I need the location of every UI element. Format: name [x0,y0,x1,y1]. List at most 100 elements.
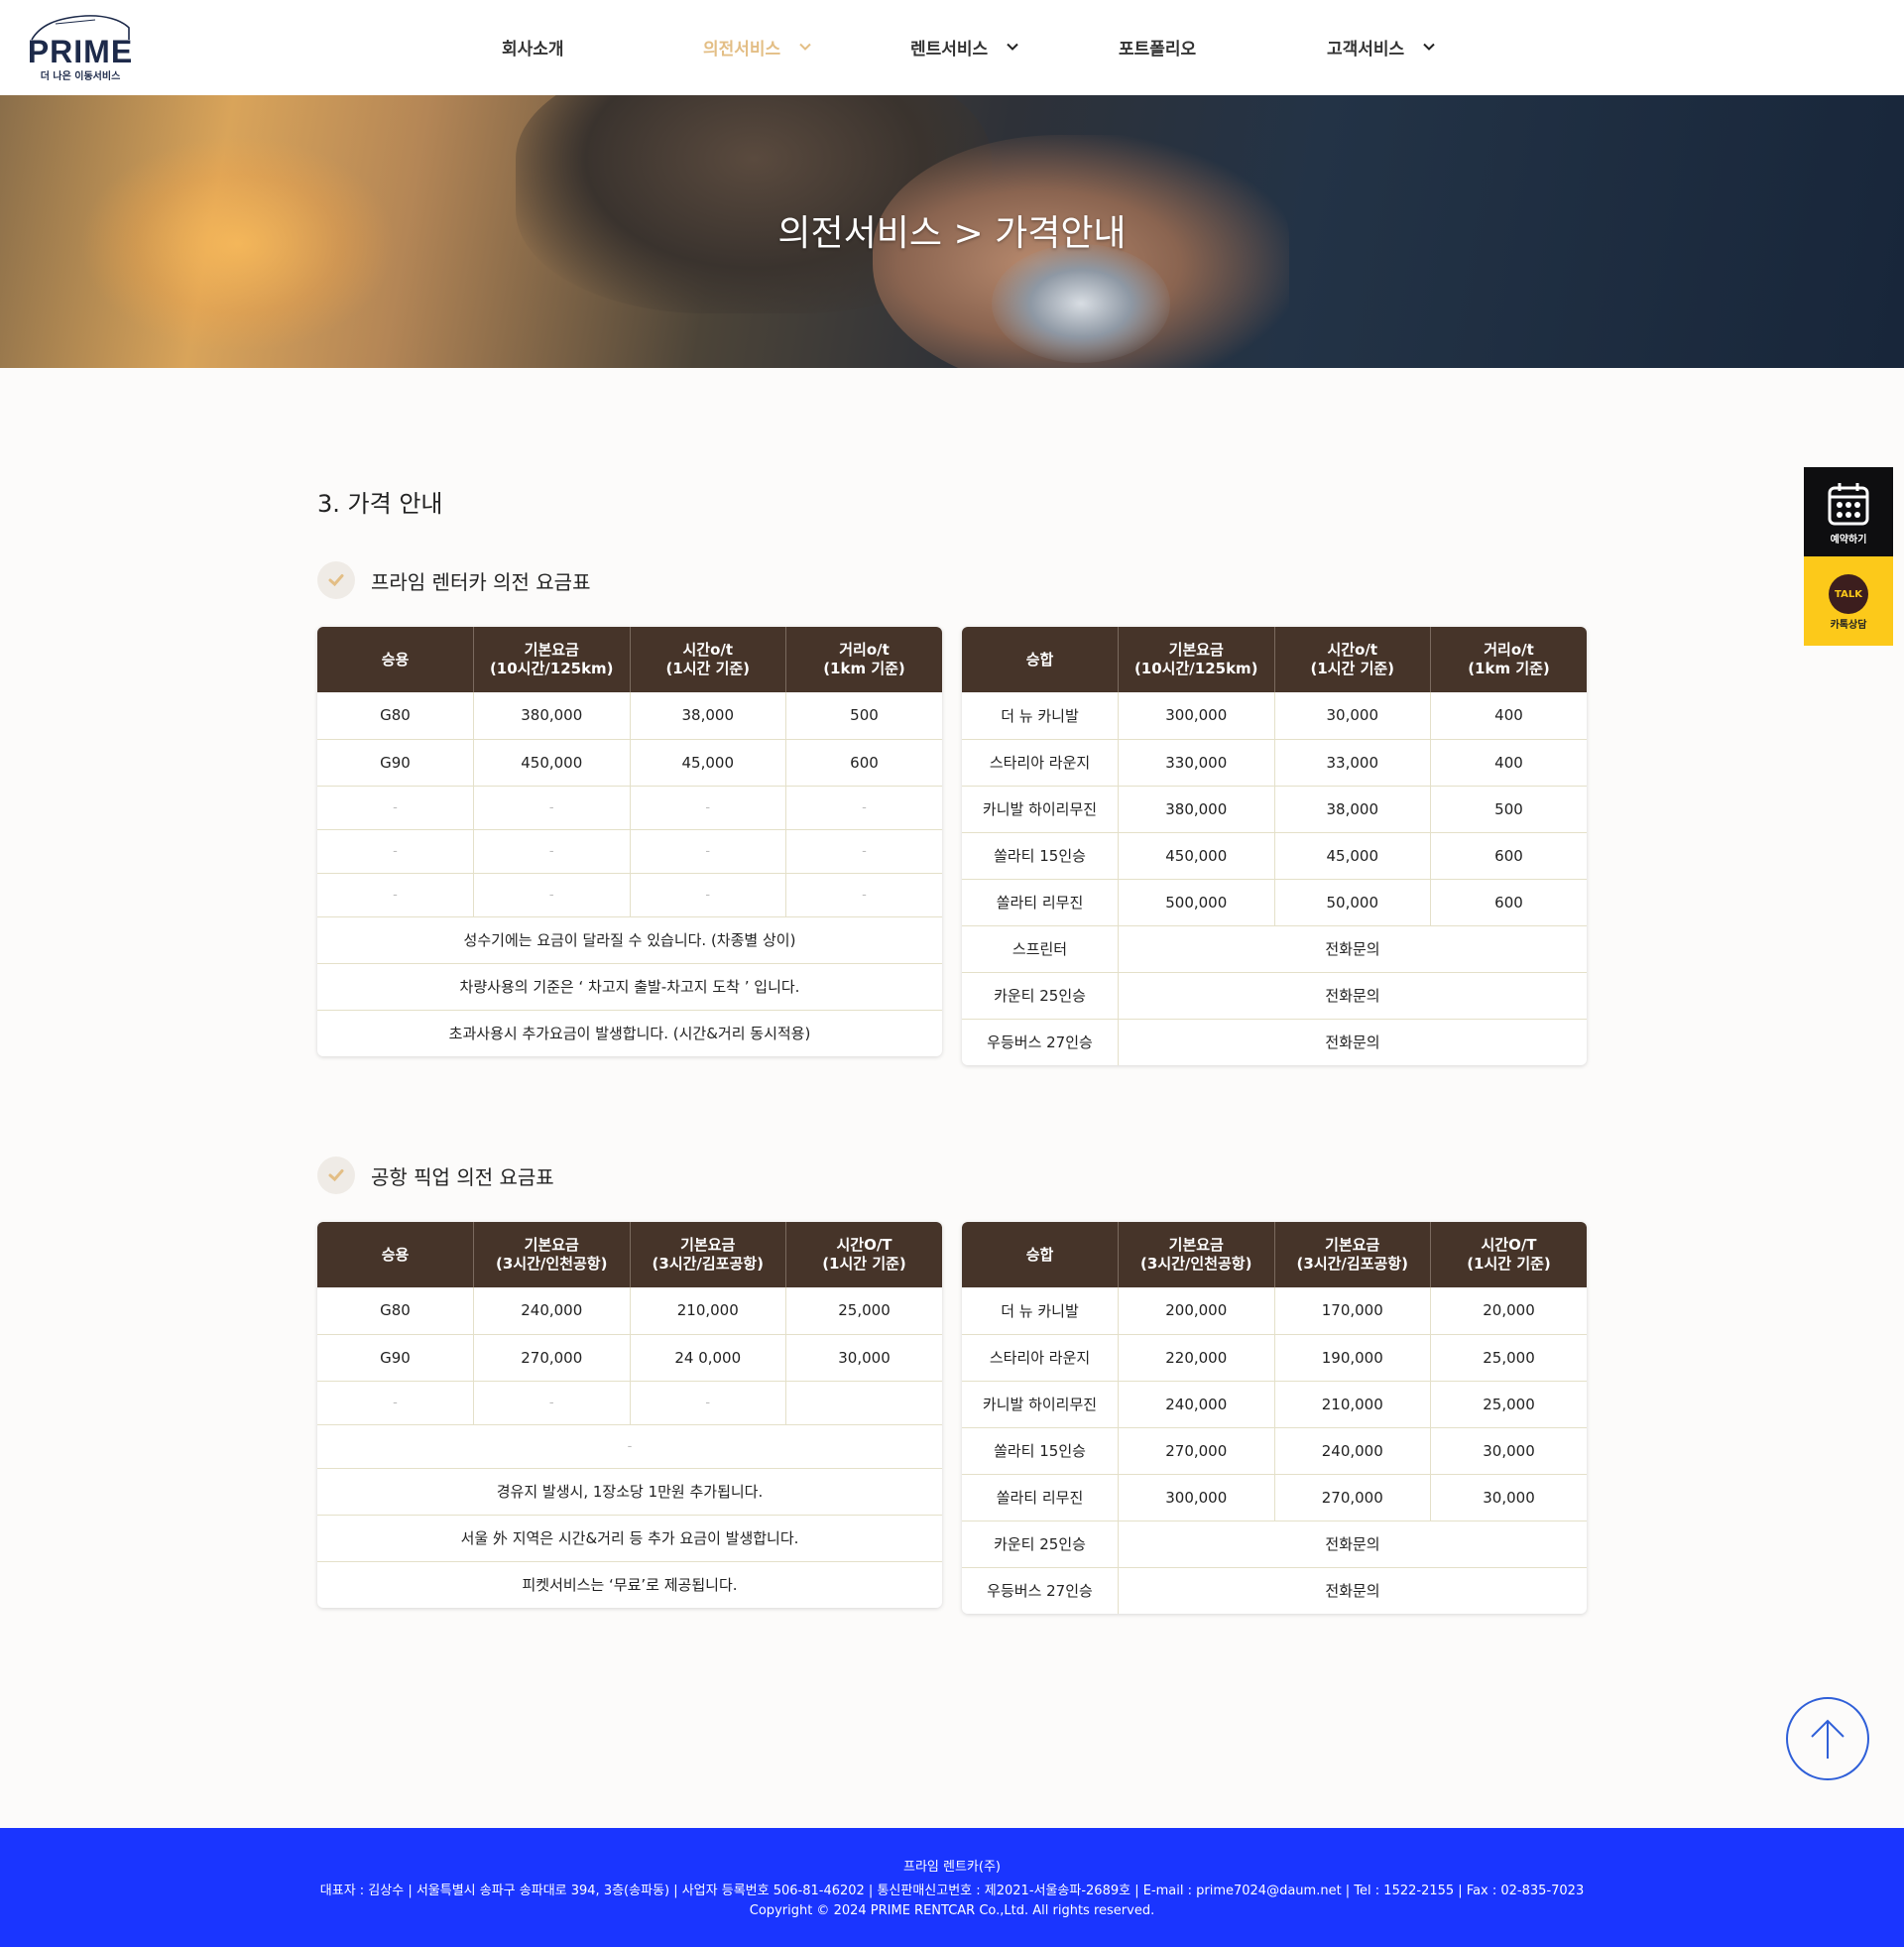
table-header-cell: 승합 [962,1222,1119,1287]
table-cell: 190,000 [1274,1334,1431,1382]
table-cell: 380,000 [1118,786,1275,833]
kakao-talk-button[interactable]: TALK 카톡상담 [1804,556,1893,646]
table-cell-inquiry: 전화문의 [1325,1582,1380,1601]
table-header-cell: 승용 [317,1222,474,1287]
nav-item-rent-service[interactable]: 렌트서비스 [910,34,1019,60]
scroll-top-button[interactable] [1786,1697,1869,1780]
footer-company: 프라임 렌트카(주) [903,1860,1001,1875]
footer-copyright: Copyright © 2024 PRIME RENTCAR Co.,Ltd. … [749,1903,1155,1918]
table-header-cell: 기본요금 (10시간/125km) [473,627,631,692]
table-cell: G90 [317,739,474,787]
table1-heading: 프라임 렌터카 의전 요금표 [317,561,590,599]
table-cell: 24 0,000 [630,1334,786,1382]
table-row: 카운티 25인승 전화문의 [962,972,1587,1020]
table-note: - [317,1424,942,1469]
booking-button-label: 예약하기 [1830,535,1867,546]
table-cell-inquiry: 전화문의 [1118,972,1587,1020]
site-footer: 프라임 렌트카(주) 대표자 : 김상수 | 서울특별시 송파구 송파대로 39… [0,1828,1904,1947]
table-cell: 600 [785,739,942,787]
table-cell: 카운티 25인승 [962,1521,1119,1568]
table-cell: - [317,1381,474,1425]
table-cell: 25,000 [1430,1334,1587,1382]
table-cell: 카니발 하이리무진 [962,1381,1119,1428]
nav-item-customer-service[interactable]: 고객서비스 [1327,34,1436,60]
table-note-row: 피켓서비스는 ‘무료’로 제공됩니다. [317,1561,942,1608]
table-row: G80 240,000 210,000 25,000 [317,1287,942,1335]
table-cell: - [630,786,786,830]
table-row: 쏠라티 15인승 450,000 45,000 600 [962,832,1587,880]
table-cell: 200,000 [1118,1287,1275,1335]
table-cell: 스타리아 라운지 [962,739,1119,787]
table-cell: 210,000 [1274,1381,1431,1428]
table-cell: 240,000 [1118,1381,1275,1428]
table-cell: 270,000 [1274,1474,1431,1521]
table-cell: 450,000 [473,739,631,787]
nav-item-company[interactable]: 회사소개 [502,34,564,60]
table-cell: 쏠라티 15인승 [962,1427,1119,1475]
table-cell: 30,000 [1430,1427,1587,1475]
table-cell: 45,000 [630,739,786,787]
price-table-van: 승합 기본요금 (10시간/125km) 시간o/t (1시간 기준) 거리o/t (… [962,627,1587,1065]
price-table-sedan: 승용 기본요금 (10시간/125km) 시간o/t (1시간 기준) 거리o/t (… [317,627,942,1056]
chevron-down-icon [799,43,811,51]
table-cell: - [317,873,474,917]
table-cell: 400 [1430,739,1587,787]
table-cell: 400 [1430,692,1587,740]
table-row: ---- [317,786,942,830]
arrow-up-icon [1811,1719,1844,1759]
table-header-cell: 시간o/t (1시간 기준) [630,627,786,692]
table-cell: 스프린터 [962,925,1119,973]
table-cell: - [317,786,474,830]
table-header-cell: 거리o/t (1km 기준) [785,627,942,692]
section-title: 3. 가격 안내 [317,490,443,518]
table-cell: 600 [1430,879,1587,926]
table-cell: 240,000 [1274,1427,1431,1475]
table-cell: 스타리아 라운지 [962,1334,1119,1382]
table-cell: 30,000 [785,1334,942,1382]
table-row: 카운티 25인승 전화문의 [962,1521,1587,1568]
table1-heading-text: 프라임 렌터카 의전 요금표 [371,569,591,594]
table-cell: 300,000 [1118,692,1275,740]
table-header-cell: 시간O/T (1시간 기준) [785,1222,942,1287]
table2-heading: 공항 픽업 의전 요금표 [317,1156,554,1194]
table-note-row: 경유지 발생시, 1장소당 1만원 추가됩니다. [317,1468,942,1516]
table-cell: 33,000 [1274,739,1431,787]
table-cell: 500 [785,692,942,740]
table-cell: 600 [1430,832,1587,880]
table-header-cell: 시간o/t (1시간 기준) [1274,627,1431,692]
table-row: 카니발 하이리무진 380,000 38,000 500 [962,786,1587,833]
table2-heading-text: 공항 픽업 의전 요금표 [371,1164,554,1189]
table-cell: - [473,1381,631,1425]
table-cell: 38,000 [630,692,786,740]
table-row: ---- [317,829,942,874]
table-header-cell: 기본요금 (3시간/인천공항) [473,1222,631,1287]
table-row: 스프린터 전화문의 [962,925,1587,973]
table-cell: 330,000 [1118,739,1275,787]
table-note-row: 서울 外 지역은 시간&거리 등 추가 요금이 발생합니다. [317,1515,942,1562]
table-cell: 쏠라티 리무진 [962,879,1119,926]
table-header-cell: 기본요금 (3시간/김포공항) [630,1222,786,1287]
table-cell: 25,000 [1430,1381,1587,1428]
table-cell: - [630,829,786,874]
nav-item-portfolio[interactable]: 포트폴리오 [1119,34,1196,60]
footer-info: 대표자 : 김상수 | 서울특별시 송파구 송파대로 394, 3층(송파동) … [319,1884,1585,1898]
table-cell: 우등버스 27인승 [962,1567,1119,1614]
table-cell: 더 뉴 카니발 [962,1287,1119,1335]
table-row: 스타리아 라운지 220,000 190,000 25,000 [962,1334,1587,1382]
nav-item-label: 렌트서비스 [910,39,989,60]
hero-banner: 의전서비스 > 가격안내 [0,95,1904,368]
table-cell: - [785,829,942,874]
booking-button[interactable]: 예약하기 [1804,467,1893,556]
table-cell: - [785,786,942,830]
kakao-talk-icon: TALK [1829,574,1868,614]
nav-item-protocol-service[interactable]: 의전서비스 [703,34,812,60]
table-cell: - [317,829,474,874]
table-cell: G80 [317,692,474,740]
table-cell: 카운티 25인승 [962,972,1119,1020]
table-cell-inquiry: 전화문의 [1118,925,1587,973]
table-cell: 270,000 [1118,1427,1275,1475]
table-note: 피켓서비스는 ‘무료’로 제공됩니다. [522,1576,738,1595]
table-row: 스타리아 라운지 330,000 33,000 400 [962,739,1587,787]
table-cell: 45,000 [1274,832,1431,880]
table-note-row: 초과사용시 추가요금이 발생합니다. (시간&거리 동시적용) [317,1010,942,1056]
